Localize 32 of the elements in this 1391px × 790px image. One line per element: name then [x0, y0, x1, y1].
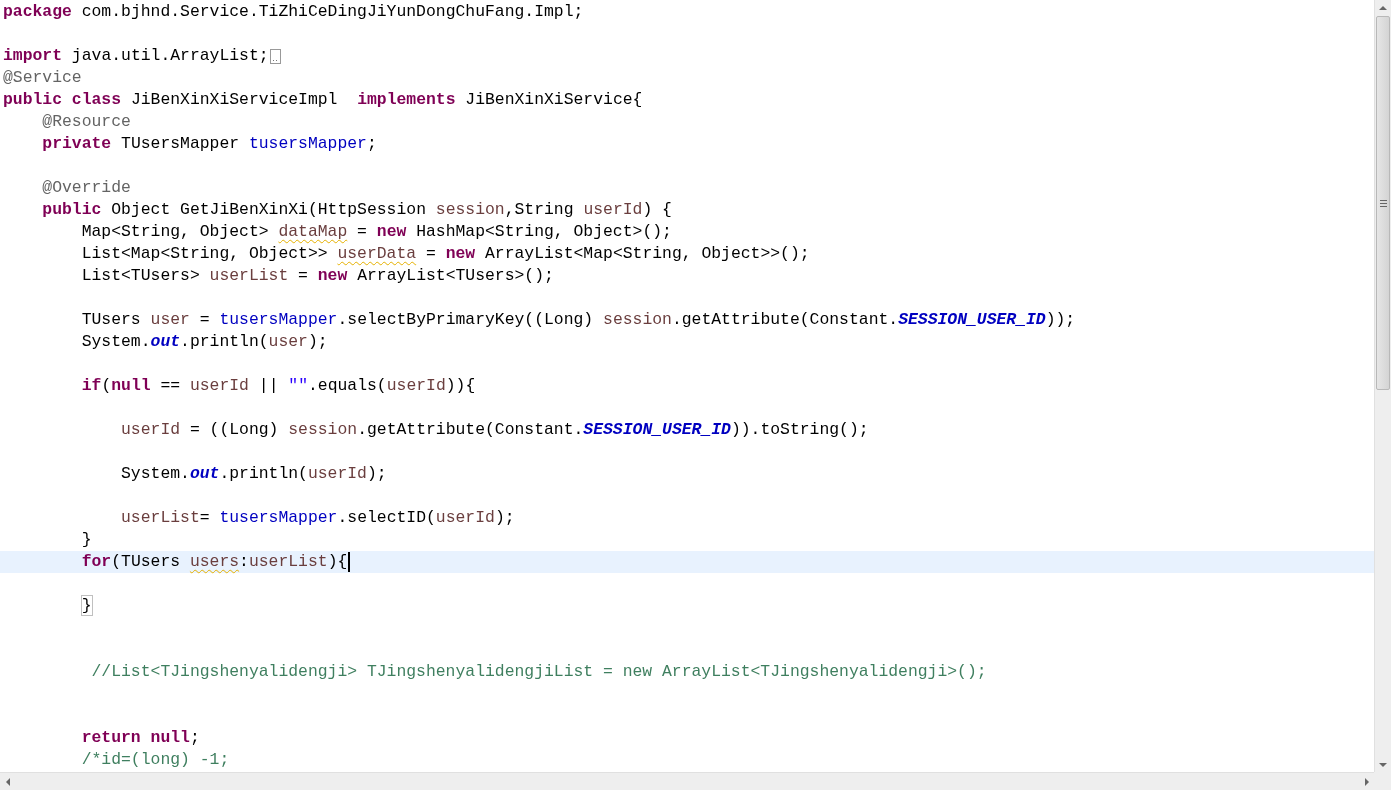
- code-line: @Override: [41, 177, 131, 199]
- code-line: return null;: [80, 727, 200, 749]
- vertical-scrollbar[interactable]: [1374, 0, 1391, 772]
- code-line: System.out.println(user);: [80, 331, 328, 353]
- code-line: Map<String, Object> dataMap = new HashMap<String, Object>();: [80, 221, 672, 243]
- code-line: for(TUsers users:userList){: [80, 551, 348, 573]
- code-line: }: [80, 529, 92, 551]
- code-line: public class JiBenXinXiServiceImpl implements JiBenXinXiService{: [3, 89, 643, 111]
- horizontal-scrollbar[interactable]: [0, 772, 1374, 790]
- text-cursor: [348, 552, 351, 572]
- scrollbar-thumb[interactable]: [1376, 16, 1390, 390]
- code-line: userId = ((Long) session.getAttribute(Constant.SESSION_USER_ID)).toString();: [120, 419, 869, 441]
- code-line: import java.util.ArrayList;: [3, 45, 269, 67]
- scroll-up-icon[interactable]: [1378, 3, 1388, 12]
- scroll-down-icon[interactable]: [1378, 760, 1388, 769]
- code-line: List<TUsers> userList = new ArrayList<TUsers>();: [80, 265, 554, 287]
- code-line: List<Map<String, Object>> userData = new ArrayList<Map<String, Object>>();: [80, 243, 810, 265]
- code-line: /*id=(long) -1;: [80, 749, 230, 771]
- grip-icon: [1379, 199, 1387, 207]
- code-line: @Resource: [41, 111, 131, 133]
- code-line: userList= tusersMapper.selectID(userId);: [120, 507, 515, 529]
- code-line: private TUsersMapper tusersMapper;: [41, 133, 377, 155]
- code-line: @Service: [3, 67, 82, 89]
- code-line: package com.bjhnd.Service.TiZhiCeDingJiYunDongChuFang.Impl;: [3, 1, 584, 23]
- code-line: if(null == userId || "".equals(userId)){: [80, 375, 476, 397]
- code-line: //List<TJingshenyalidengji> TJingshenyalidengjiList = new ArrayList<TJingshenyalidengji>();: [90, 661, 987, 683]
- folded-code-icon[interactable]: [269, 48, 281, 64]
- code-line: System.out.println(userId);: [120, 463, 387, 485]
- code-line: public Object GetJiBenXinXi(HttpSession session,String userId) {: [41, 199, 672, 221]
- code-line: TUsers user = tusersMapper.selectByPrimaryKey((Long) session.getAttribute(Constant.SESSION_USER_ID));: [80, 309, 1076, 331]
- code-line: }: [80, 595, 92, 617]
- scroll-right-icon[interactable]: [1362, 776, 1371, 787]
